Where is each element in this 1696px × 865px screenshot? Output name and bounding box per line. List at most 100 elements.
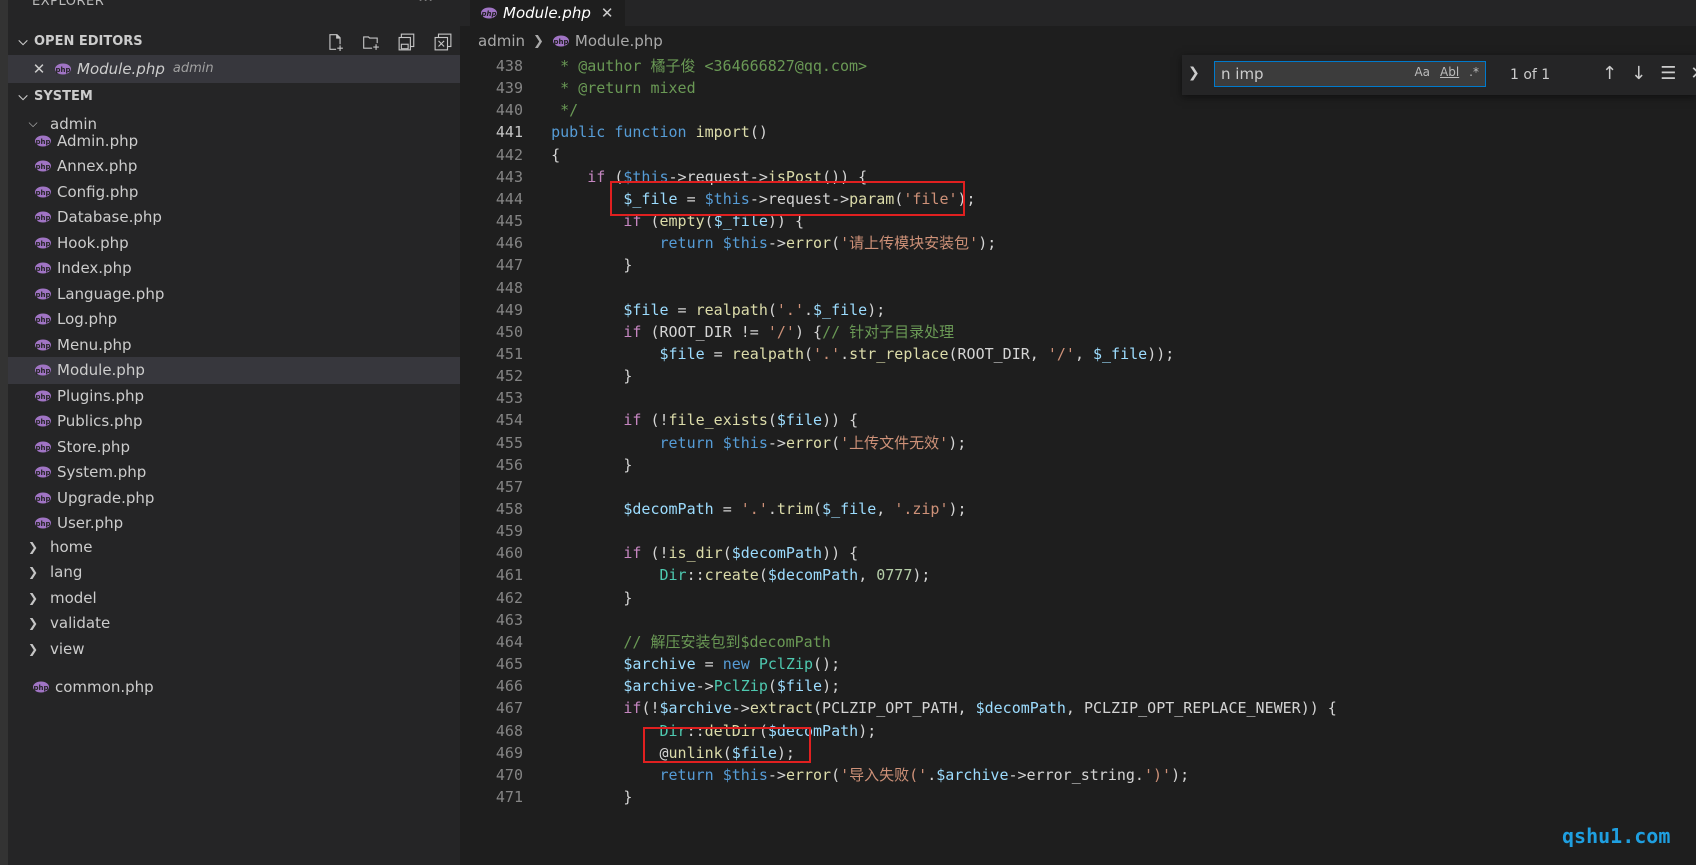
line-number: 452 xyxy=(495,367,523,386)
svg-text:php: php xyxy=(35,214,50,222)
explorer-sidebar: EXPLORER ··· ⌵ OPEN EDITORS ✕ php Module… xyxy=(8,0,460,865)
svg-text:php: php xyxy=(35,444,50,452)
line-number: 469 xyxy=(495,743,523,762)
code-text: */ xyxy=(515,101,579,120)
file-item[interactable]: php Admin.php xyxy=(8,127,460,155)
editor-area: php Module.php ✕ admin ❯ php Module.php … xyxy=(460,0,1696,865)
php-file-icon: php xyxy=(35,466,51,478)
file-item[interactable]: php Upgrade.php xyxy=(8,484,460,512)
previous-match-icon[interactable]: ↑ xyxy=(1602,63,1617,84)
php-file-icon: php xyxy=(35,441,51,453)
file-item[interactable]: php Log.php xyxy=(8,306,460,334)
close-all-icon[interactable] xyxy=(434,33,452,51)
file-item[interactable]: php Database.php xyxy=(8,204,460,232)
new-file-icon[interactable] xyxy=(326,33,344,51)
line-number: 443 xyxy=(495,167,523,186)
close-tab-icon[interactable]: ✕ xyxy=(601,4,614,22)
new-folder-icon[interactable] xyxy=(362,33,380,51)
php-file-icon: php xyxy=(35,339,51,351)
code-text: if(!$archive->extract(PCLZIP_OPT_PATH, $… xyxy=(623,699,1337,718)
code-line: 454 if (!file_exists($file)) { xyxy=(460,409,1696,433)
chevron-right-icon: ❯ xyxy=(27,641,39,656)
breadcrumb-file[interactable]: Module.php xyxy=(575,32,663,50)
find-input[interactable] xyxy=(1215,62,1417,86)
line-number: 440 xyxy=(495,101,523,120)
code-text: } xyxy=(515,256,633,275)
match-whole-word-icon[interactable]: Abl xyxy=(1440,65,1459,79)
line-number: 465 xyxy=(495,655,523,674)
file-label: Annex.php xyxy=(57,157,138,176)
line-number: 470 xyxy=(495,765,523,784)
file-item[interactable]: php Publics.php xyxy=(8,408,460,436)
code-line: 442 { xyxy=(460,144,1696,168)
svg-text:php: php xyxy=(35,367,50,375)
code-text: } xyxy=(515,787,633,806)
line-number: 468 xyxy=(495,721,523,740)
file-item[interactable]: php Index.php xyxy=(8,255,460,283)
file-item[interactable]: php Menu.php xyxy=(8,331,460,359)
next-match-icon[interactable]: ↓ xyxy=(1631,63,1646,84)
file-item[interactable]: php Store.php xyxy=(8,433,460,461)
workspace-label: SYSTEM xyxy=(34,89,93,104)
open-editor-name: Module.php xyxy=(77,59,165,78)
workspace-section[interactable]: ⌵ SYSTEM xyxy=(8,83,460,110)
toggle-replace-icon[interactable]: ❯ xyxy=(1188,65,1200,81)
open-editor-folder: admin xyxy=(172,61,214,77)
php-file-icon: php xyxy=(35,135,51,147)
file-item[interactable]: php Hook.php xyxy=(8,229,460,257)
line-number: 441 xyxy=(495,123,523,142)
folder-label: lang xyxy=(50,563,83,582)
svg-text:php: php xyxy=(35,342,50,350)
file-item[interactable]: php System.php xyxy=(8,459,460,487)
php-file-icon: php xyxy=(55,63,71,75)
svg-text:php: php xyxy=(35,138,50,146)
file-label: Hook.php xyxy=(57,233,129,252)
code-text: return $this->error('上传文件无效'); xyxy=(659,433,967,452)
code-text: if (!file_exists($file)) { xyxy=(623,411,859,430)
line-number: 458 xyxy=(495,500,523,518)
file-item[interactable]: php Annex.php xyxy=(8,153,460,181)
folder-item[interactable]: ❯ home xyxy=(8,533,460,561)
php-file-icon: php xyxy=(552,35,569,47)
tab-module-php[interactable]: php Module.php ✕ xyxy=(470,0,626,26)
file-label: Database.php xyxy=(57,208,162,227)
line-number: 445 xyxy=(495,212,523,231)
code-line: 460 if (!is_dir($decomPath)) { xyxy=(460,542,1696,566)
file-item[interactable]: php common.php xyxy=(8,673,460,701)
file-item[interactable]: php Config.php xyxy=(8,178,460,206)
code-text: } xyxy=(515,455,633,474)
line-number: 459 xyxy=(495,522,523,541)
folder-item[interactable]: ❯ lang xyxy=(8,559,460,587)
close-editor-icon[interactable]: ✕ xyxy=(30,60,48,78)
folder-item[interactable]: ❯ view xyxy=(8,635,460,663)
folder-label: model xyxy=(50,588,97,607)
code-text: } xyxy=(515,367,633,386)
more-actions-icon[interactable]: ··· xyxy=(418,0,433,9)
close-find-icon[interactable]: ✕ xyxy=(1690,63,1696,84)
file-label: Index.php xyxy=(57,259,132,278)
code-line: 467 if(!$archive->extract(PCLZIP_OPT_PAT… xyxy=(460,697,1696,721)
find-input-box: Aa Abl .* xyxy=(1214,61,1486,87)
open-editor-item[interactable]: ✕ php Module.php admin xyxy=(8,55,460,83)
file-label: Log.php xyxy=(57,310,118,329)
folder-item[interactable]: ❯ validate xyxy=(8,610,460,638)
chevron-right-icon: ❯ xyxy=(27,565,39,580)
chevron-right-icon: ❯ xyxy=(27,616,39,631)
php-file-icon: php xyxy=(35,415,51,427)
file-item[interactable]: php Plugins.php xyxy=(8,382,460,410)
chevron-right-icon: ❯ xyxy=(27,590,39,605)
file-item[interactable]: php Language.php xyxy=(8,280,460,308)
line-number: 448 xyxy=(495,278,523,297)
save-all-icon[interactable] xyxy=(398,33,416,51)
find-in-selection-icon[interactable]: ☰ xyxy=(1660,63,1676,84)
breadcrumb-folder[interactable]: admin xyxy=(478,32,525,50)
svg-text:php: php xyxy=(35,189,50,197)
tab-label: Module.php xyxy=(503,4,591,22)
file-item[interactable]: php Module.php xyxy=(8,356,460,384)
open-editors-section[interactable]: ⌵ OPEN EDITORS xyxy=(8,28,460,55)
use-regex-icon[interactable]: .* xyxy=(1469,65,1479,79)
code-line: 451 $file = realpath('.'.str_replace(ROO… xyxy=(460,343,1696,367)
file-label: Language.php xyxy=(57,284,165,303)
match-case-icon[interactable]: Aa xyxy=(1414,65,1430,79)
folder-item[interactable]: ❯ model xyxy=(8,584,460,612)
